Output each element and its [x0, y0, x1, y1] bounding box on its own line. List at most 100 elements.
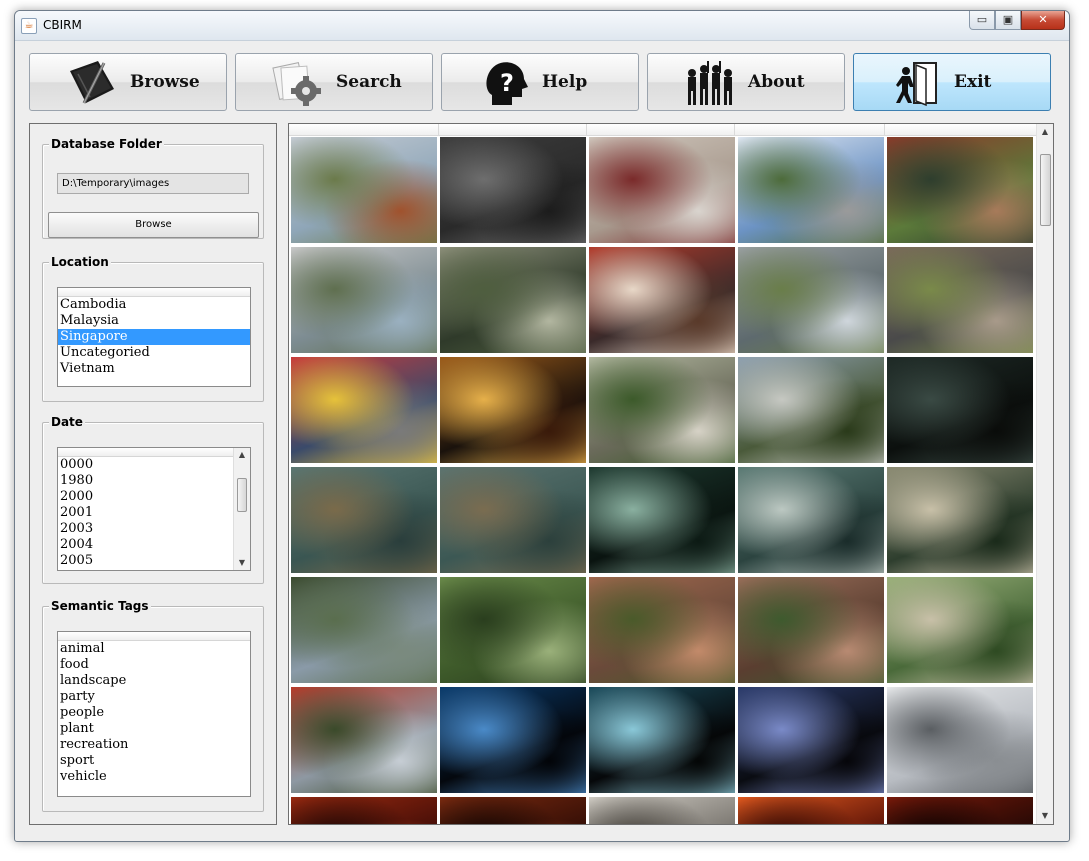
image-thumbnail[interactable] [887, 137, 1033, 243]
image-thumbnail[interactable] [440, 577, 586, 683]
svg-text:?: ? [500, 69, 514, 97]
gallery-header [289, 124, 1036, 136]
image-thumbnail[interactable] [738, 577, 884, 683]
list-item[interactable]: sport [58, 753, 250, 769]
list-item[interactable]: food [58, 657, 250, 673]
browse-button[interactable]: Browse [29, 53, 227, 111]
image-thumbnail[interactable] [291, 577, 437, 683]
date-group: Date 0000 1980 2000 2001 2003 2004 2005 ▲ ▼ [42, 415, 264, 584]
exit-button[interactable]: Exit [853, 53, 1051, 111]
image-thumbnail[interactable] [589, 577, 735, 683]
list-item[interactable]: animal [58, 641, 250, 657]
list-item[interactable]: 2005 [58, 553, 250, 569]
image-thumbnail[interactable] [589, 687, 735, 793]
image-thumbnail[interactable] [887, 797, 1033, 824]
semantic-tags-title: Semantic Tags [49, 599, 151, 613]
image-thumbnail[interactable] [440, 357, 586, 463]
list-item[interactable]: 2000 [58, 489, 250, 505]
list-item[interactable]: Vietnam [58, 361, 250, 377]
image-thumbnail[interactable] [440, 687, 586, 793]
search-label: Search [336, 72, 402, 92]
image-thumbnail[interactable] [887, 467, 1033, 573]
image-gallery: ▲ ▼ [288, 123, 1054, 825]
list-item[interactable]: landscape [58, 673, 250, 689]
list-item[interactable]: vehicle [58, 769, 250, 785]
image-thumbnail[interactable] [738, 247, 884, 353]
list-item[interactable]: party [58, 689, 250, 705]
image-thumbnail[interactable] [738, 797, 884, 824]
image-thumbnail[interactable] [440, 467, 586, 573]
image-thumbnail[interactable] [440, 797, 586, 824]
list-item[interactable]: 1980 [58, 473, 250, 489]
notebook-pen-icon [64, 59, 120, 107]
image-thumbnail[interactable] [589, 467, 735, 573]
image-thumbnail[interactable] [291, 797, 437, 824]
database-folder-group: Database Folder D:\Temporary\images Brow… [42, 137, 264, 239]
image-thumbnail[interactable] [887, 577, 1033, 683]
help-button[interactable]: ? Help [441, 53, 639, 111]
list-item[interactable]: people [58, 705, 250, 721]
image-thumbnail[interactable] [589, 247, 735, 353]
image-thumbnail[interactable] [738, 467, 884, 573]
location-list[interactable]: Cambodia Malaysia Singapore Uncategoried Vie… [57, 287, 251, 387]
list-item[interactable]: Singapore [58, 329, 250, 345]
scroll-down-arrow-icon[interactable]: ▼ [234, 556, 250, 570]
image-thumbnail[interactable] [589, 137, 735, 243]
browse-label: Browse [130, 72, 200, 92]
list-item[interactable]: Cambodia [58, 297, 250, 313]
people-silhouette-icon [682, 59, 738, 107]
image-thumbnail[interactable] [291, 687, 437, 793]
title-bar[interactable]: ☕ CBIRM ▭ ▣ ✕ [15, 11, 1069, 41]
location-title: Location [49, 255, 111, 269]
scroll-thumb[interactable] [1040, 154, 1051, 226]
image-thumbnail[interactable] [291, 137, 437, 243]
image-thumbnail[interactable] [738, 357, 884, 463]
image-thumbnail[interactable] [291, 357, 437, 463]
search-button[interactable]: Search [235, 53, 433, 111]
browse-folder-button[interactable]: Browse [48, 212, 259, 238]
about-button[interactable]: About [647, 53, 845, 111]
scroll-thumb[interactable] [237, 478, 247, 512]
minimize-button[interactable]: ▭ [969, 11, 995, 30]
image-thumbnail[interactable] [440, 137, 586, 243]
scroll-up-arrow-icon[interactable]: ▲ [1037, 124, 1053, 140]
list-item[interactable]: 2003 [58, 521, 250, 537]
list-item[interactable]: 2001 [58, 505, 250, 521]
close-button[interactable]: ✕ [1021, 11, 1065, 30]
main-toolbar: Browse Search ? Help About Exit [29, 53, 1053, 111]
list-item[interactable]: 0000 [58, 457, 250, 473]
image-thumbnail[interactable] [589, 797, 735, 824]
image-thumbnail[interactable] [440, 247, 586, 353]
image-thumbnail[interactable] [887, 687, 1033, 793]
help-label: Help [542, 72, 588, 92]
exit-label: Exit [954, 72, 992, 92]
window-title: CBIRM [43, 18, 82, 32]
maximize-button[interactable]: ▣ [995, 11, 1021, 30]
door-exit-icon [888, 59, 944, 107]
date-scrollbar[interactable]: ▲ ▼ [233, 448, 250, 570]
database-path-field[interactable]: D:\Temporary\images [57, 173, 249, 194]
image-thumbnail[interactable] [291, 247, 437, 353]
date-list[interactable]: 0000 1980 2000 2001 2003 2004 2005 ▲ ▼ [57, 447, 251, 571]
about-label: About [748, 72, 805, 92]
image-thumbnail[interactable] [738, 687, 884, 793]
scroll-down-arrow-icon[interactable]: ▼ [1037, 808, 1053, 824]
database-folder-title: Database Folder [49, 137, 164, 151]
java-app-icon: ☕ [21, 18, 37, 34]
image-thumbnail[interactable] [291, 467, 437, 573]
image-thumbnail[interactable] [738, 137, 884, 243]
list-item[interactable]: plant [58, 721, 250, 737]
list-item[interactable]: 2004 [58, 537, 250, 553]
list-item[interactable]: Malaysia [58, 313, 250, 329]
date-title: Date [49, 415, 85, 429]
semantic-tags-list[interactable]: animal food landscape party people plant recre… [57, 631, 251, 797]
scroll-up-arrow-icon[interactable]: ▲ [234, 448, 250, 462]
list-item[interactable]: Uncategoried [58, 345, 250, 361]
image-thumbnail[interactable] [887, 357, 1033, 463]
semantic-tags-group: Semantic Tags animal food landscape party pe… [42, 599, 264, 812]
head-question-icon: ? [476, 59, 532, 107]
gallery-scrollbar[interactable]: ▲ ▼ [1036, 124, 1053, 824]
list-item[interactable]: recreation [58, 737, 250, 753]
image-thumbnail[interactable] [887, 247, 1033, 353]
image-thumbnail[interactable] [589, 357, 735, 463]
